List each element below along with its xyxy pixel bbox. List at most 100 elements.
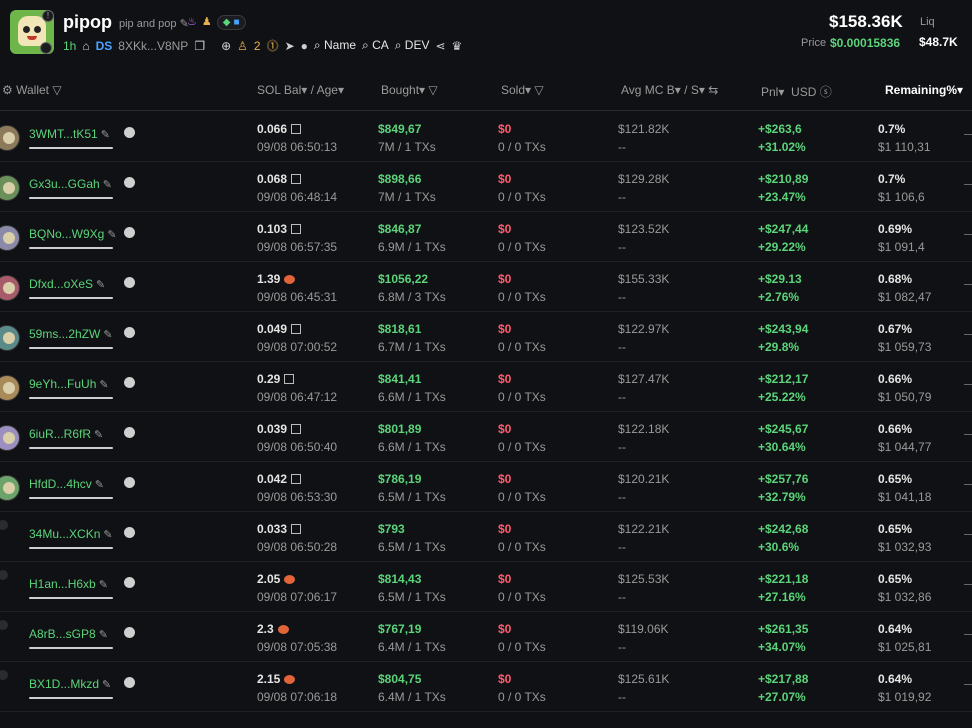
wallet-avatar[interactable] <box>0 670 8 680</box>
wallet-avatar[interactable] <box>0 375 20 401</box>
table-row[interactable]: H1an...H6xb ✎ 2.05 09/08 07:06:17 $814,43… <box>0 562 972 612</box>
wallet-address[interactable]: Gx3u...GGah ✎ <box>29 177 112 191</box>
table-row[interactable]: 3WMT...tK51 ✎ 0.066 09/08 06:50:13 $849,6… <box>0 112 972 162</box>
table-row[interactable]: 59ms...2hZW ✎ 0.049 09/08 07:00:52 $818,6… <box>0 312 972 362</box>
wallet-coin-icon <box>123 477 135 488</box>
coin-icon[interactable]: ● <box>301 39 308 53</box>
holder-date: 09/08 06:47:12 <box>257 390 338 404</box>
sold-amount: 0 / 0 TXs <box>498 240 546 254</box>
column-wallet[interactable]: ⚙ Wallet ▽ <box>2 83 62 97</box>
search-dev-button[interactable]: ⌕ DEV <box>395 38 430 53</box>
search-name-button[interactable]: ⌕ Name <box>314 38 356 53</box>
wallet-address[interactable]: 9eYh...FuUh ✎ <box>29 377 109 391</box>
edit-icon[interactable]: ✎ <box>101 129 110 141</box>
wallet-avatar[interactable] <box>0 225 20 251</box>
edit-icon[interactable]: ✎ <box>96 279 105 291</box>
edit-icon[interactable]: ✎ <box>95 479 104 491</box>
crown-icon[interactable]: ♛ <box>452 39 463 53</box>
wallet-address[interactable]: 34Mu...XCKn ✎ <box>29 527 113 541</box>
wallet-address[interactable]: HfdD...4hcv ✎ <box>29 477 104 491</box>
table-row[interactable]: 9eYh...FuUh ✎ 0.29 09/08 06:47:12 $841,41… <box>0 362 972 412</box>
globe-icon[interactable]: ⊕ <box>221 39 231 53</box>
row-edge <box>964 684 972 685</box>
share-icon[interactable]: ⋖ <box>435 39 445 53</box>
shrimp-icon <box>284 275 296 284</box>
info-icon[interactable]: ! <box>42 10 54 22</box>
edit-icon[interactable]: ✎ <box>103 179 112 191</box>
sold-usd: $0 <box>498 572 512 586</box>
table-row[interactable]: A8rB...sGP8 ✎ 2.3 09/08 07:05:38 $767,19 … <box>0 612 972 662</box>
token-address[interactable]: 8XKk...V8NP <box>118 39 188 53</box>
table-row[interactable]: Gx3u...GGah ✎ 0.068 09/08 06:48:14 $898,6… <box>0 162 972 212</box>
remaining-percent: 0.64% <box>878 672 913 686</box>
remaining-usd: $1 041,18 <box>878 490 932 504</box>
wallet-address[interactable]: 3WMT...tK51 ✎ <box>29 127 110 141</box>
avg-mc-sell: -- <box>618 140 626 154</box>
copy-icon[interactable]: ❐ <box>194 39 205 53</box>
wallet-coin-icon <box>123 577 135 588</box>
edit-icon[interactable]: ✎ <box>99 629 108 641</box>
table-row[interactable]: Dfxd...oXeS ✎ 1.39 09/08 06:45:31 $1056,2… <box>0 262 972 312</box>
camera-icon[interactable] <box>40 42 52 54</box>
wallet-avatar[interactable] <box>0 520 8 530</box>
table-row[interactable]: 34Mu...XCKn ✎ 0.033 09/08 06:50:28 $793 6… <box>0 512 972 562</box>
pnl-percent: +27.07% <box>758 690 806 704</box>
wallet-avatar[interactable] <box>0 175 20 201</box>
wallet-avatar[interactable] <box>0 125 20 151</box>
row-edge <box>964 584 972 585</box>
wallet-avatar[interactable] <box>0 620 8 630</box>
warning-icon[interactable]: ⓵ <box>267 37 279 54</box>
table-row[interactable]: BX1D...Mkzd ✎ 2.15 09/08 07:06:18 $804,75… <box>0 662 972 712</box>
avg-mc-buy: $121.82K <box>618 122 670 136</box>
edit-icon[interactable]: ✎ <box>99 579 108 591</box>
sold-amount: 0 / 0 TXs <box>498 590 546 604</box>
sol-balance: 2.15 <box>257 672 296 686</box>
column-pnl[interactable]: Pnl▾ USD ⓢ <box>761 83 832 100</box>
wallet-address[interactable]: Dfxd...oXeS ✎ <box>29 277 105 291</box>
column-sol-bal[interactable]: SOL Bal▾ / Age▾ <box>257 83 344 97</box>
edit-icon[interactable]: ✎ <box>99 379 108 391</box>
ds-link[interactable]: DS <box>96 39 113 53</box>
bought-amount: 6.6M / 1 TXs <box>378 390 446 404</box>
telegram-icon[interactable]: ➤ <box>285 39 295 53</box>
wallet-address[interactable]: A8rB...sGP8 ✎ <box>29 627 108 641</box>
table-row[interactable]: HfdD...4hcv ✎ 0.042 09/08 06:53:30 $786,1… <box>0 462 972 512</box>
table-row[interactable]: 6iuR...R6fR ✎ 0.039 09/08 06:50:40 $801,8… <box>0 412 972 462</box>
wallet-bar <box>29 297 113 299</box>
remaining-usd: $1 025,81 <box>878 640 932 654</box>
wallet-address[interactable]: 59ms...2hZW ✎ <box>29 327 113 341</box>
social-badges[interactable]: ◆ ■ <box>216 15 246 30</box>
pnl-percent: +34.07% <box>758 640 806 654</box>
wallet-address[interactable]: H1an...H6xb ✎ <box>29 577 108 591</box>
edit-icon[interactable]: ✎ <box>107 229 116 241</box>
wallet-avatar[interactable] <box>0 570 8 580</box>
edit-icon[interactable]: ✎ <box>103 329 112 341</box>
edit-icon[interactable]: ✎ <box>103 529 112 541</box>
token-age: 1h <box>63 38 77 53</box>
wallet-address[interactable]: BQNo...W9Xg ✎ <box>29 227 117 241</box>
wallet-address[interactable]: 6iuR...R6fR ✎ <box>29 427 103 441</box>
wallet-avatar[interactable] <box>0 325 20 351</box>
holders-icon[interactable]: ♙ <box>237 39 248 53</box>
wallet-address[interactable]: BX1D...Mkzd ✎ <box>29 677 111 691</box>
wallet-avatar[interactable] <box>0 425 20 451</box>
token-title: pipop <box>63 12 112 32</box>
sold-usd: $0 <box>498 422 512 436</box>
filter-icon: ▽ <box>428 83 438 97</box>
bought-usd: $898,66 <box>378 172 422 186</box>
wallet-avatar[interactable] <box>0 475 20 501</box>
wallet-coin-icon <box>123 277 135 288</box>
table-row[interactable]: BQNo...W9Xg ✎ 0.103 09/08 06:57:35 $846,8… <box>0 212 972 262</box>
column-avg-mc[interactable]: Avg MC B▾ / S▾ ⇆ <box>621 83 718 97</box>
edit-icon[interactable]: ✎ <box>94 429 103 441</box>
column-bought[interactable]: Bought▾ ▽ <box>381 83 438 97</box>
bought-amount: 6.8M / 3 TXs <box>378 290 446 304</box>
column-sold[interactable]: Sold▾ ▽ <box>501 83 544 97</box>
wallet-avatar[interactable] <box>0 275 20 301</box>
search-ca-button[interactable]: ⌕ CA <box>362 38 389 53</box>
edit-icon[interactable]: ✎ <box>102 679 111 691</box>
box-icon <box>291 124 302 134</box>
holder-date: 09/08 06:53:30 <box>257 490 338 504</box>
column-remaining[interactable]: Remaining%▾ <box>885 83 963 97</box>
wallet-bar <box>29 697 113 699</box>
